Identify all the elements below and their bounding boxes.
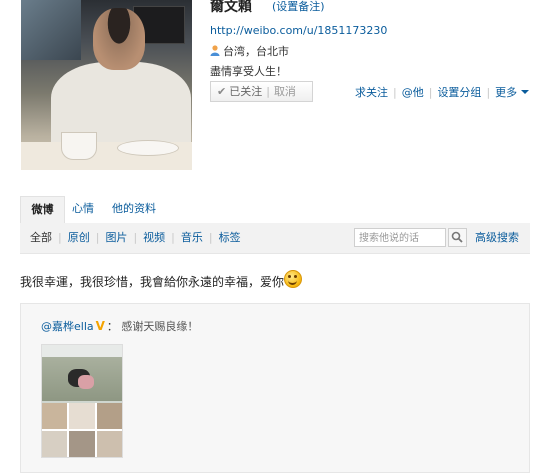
quoted-post-header: @嘉桦ella V： 感谢天赐良缘！ [41,318,198,334]
divider: | [428,86,433,99]
photo-sky [42,345,122,357]
location-text: 台湾，台北市 [223,45,289,58]
filter-original[interactable]: 原创 [68,231,90,244]
profile-tabs: 微博 心情 他的资料 [20,196,530,224]
mention-button[interactable]: @他 [402,86,424,99]
profile-name: 爾文賴 [210,0,252,15]
quoted-text: 感谢天赐良缘！ [121,320,199,333]
verified-badge-icon: V [95,319,105,333]
quoted-author-link[interactable]: @嘉桦ella [41,320,94,333]
more-label: 更多 [495,86,518,99]
avatar-cup [61,132,97,160]
photo-couple-dress [78,375,94,389]
photo-collage [42,403,122,457]
unfollow-button[interactable]: 取消 [274,85,296,98]
filter-videos[interactable]: 视频 [143,231,165,244]
more-menu-button[interactable]: 更多 [495,86,530,99]
avatar-plate [117,140,179,156]
set-remark-link[interactable]: (设置备注) [272,0,325,14]
profile-url[interactable]: http://weibo.com/u/1851173230 [210,24,387,37]
tab-mood[interactable]: 心情 [72,196,94,222]
collage-tile [96,403,122,429]
filter-tags[interactable]: 标签 [219,231,241,244]
profile-bio: 盡情享受人生！ [210,65,287,78]
advanced-search-link[interactable]: 高级搜索 [475,223,519,253]
divider: | [95,231,100,244]
search-icon [451,231,463,243]
collage-tile [69,403,95,429]
avatar-person-head [93,8,145,70]
divider: | [266,85,270,98]
post-content: 我很幸運，我很珍惜，我會給你永遠的幸福，爱你 [20,270,303,290]
profile-avatar[interactable] [21,0,192,170]
tab-weibo[interactable]: 微博 [20,196,65,224]
filter-images[interactable]: 图片 [105,231,127,244]
filter-bar: 全部 | 原创 | 图片 | 视频 | 音乐 | 标签 搜索他说的话 高级搜索 [20,223,530,254]
post-image-thumbnail[interactable] [41,344,123,458]
divider: | [208,231,213,244]
follow-status-box: ✔ 已关注 | 取消 [210,81,313,102]
followed-label: 已关注 [229,85,263,98]
divider: | [171,231,175,244]
post-text: 我很幸運，我很珍惜，我會給你永遠的幸福，爱你 [20,275,285,289]
divider: | [486,86,491,99]
set-group-button[interactable]: 设置分组 [437,86,481,99]
collage-tile [69,431,95,457]
search-button[interactable] [448,228,467,247]
filter-all[interactable]: 全部 [30,231,52,244]
avatar-background [21,0,81,60]
smile-emoji-icon [284,270,303,288]
divider: | [133,231,138,244]
tab-profile-info[interactable]: 他的资料 [112,196,156,222]
profile-location: 台湾，台北市 [210,43,289,59]
divider: | [58,231,62,244]
person-icon [210,45,220,56]
quoted-post: @嘉桦ella V： 感谢天赐良缘！ [20,303,530,473]
collage-tile [42,431,68,457]
search-input[interactable]: 搜索他说的话 [354,228,446,247]
profile-actions: 求关注 | @他 | 设置分组 | 更多 [355,84,530,100]
filter-music[interactable]: 音乐 [181,231,203,244]
collage-tile [96,431,122,457]
collage-tile [42,403,68,429]
request-follow-button[interactable]: 求关注 [355,86,388,99]
check-icon: ✔ [217,85,227,98]
quote-separator: ： [106,320,118,333]
divider: | [393,86,397,99]
chevron-down-icon [521,90,530,94]
filter-list: 全部 | 原创 | 图片 | 视频 | 音乐 | 标签 [30,223,241,253]
